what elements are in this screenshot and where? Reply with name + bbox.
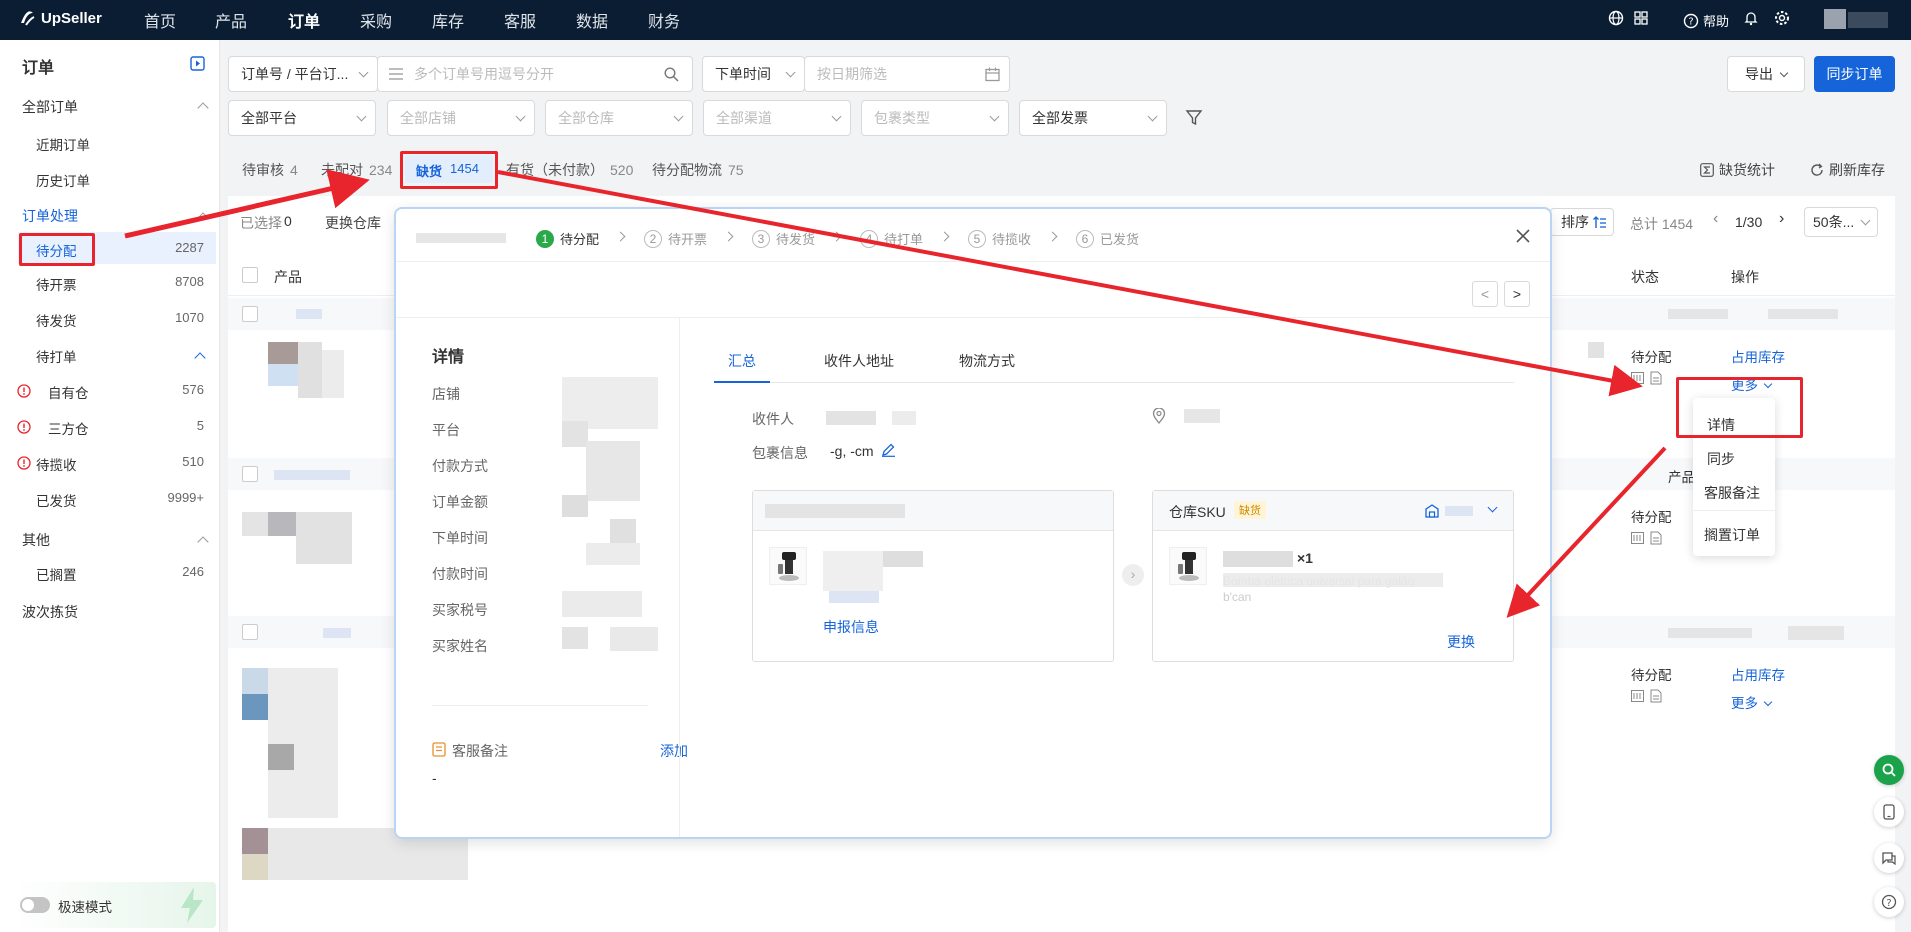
annotation-arrow-1 <box>124 169 370 239</box>
annotation-arrows <box>124 169 1667 618</box>
annotation-arrow-2 <box>497 170 1643 397</box>
annotation-arrow-3 <box>1506 446 1667 618</box>
